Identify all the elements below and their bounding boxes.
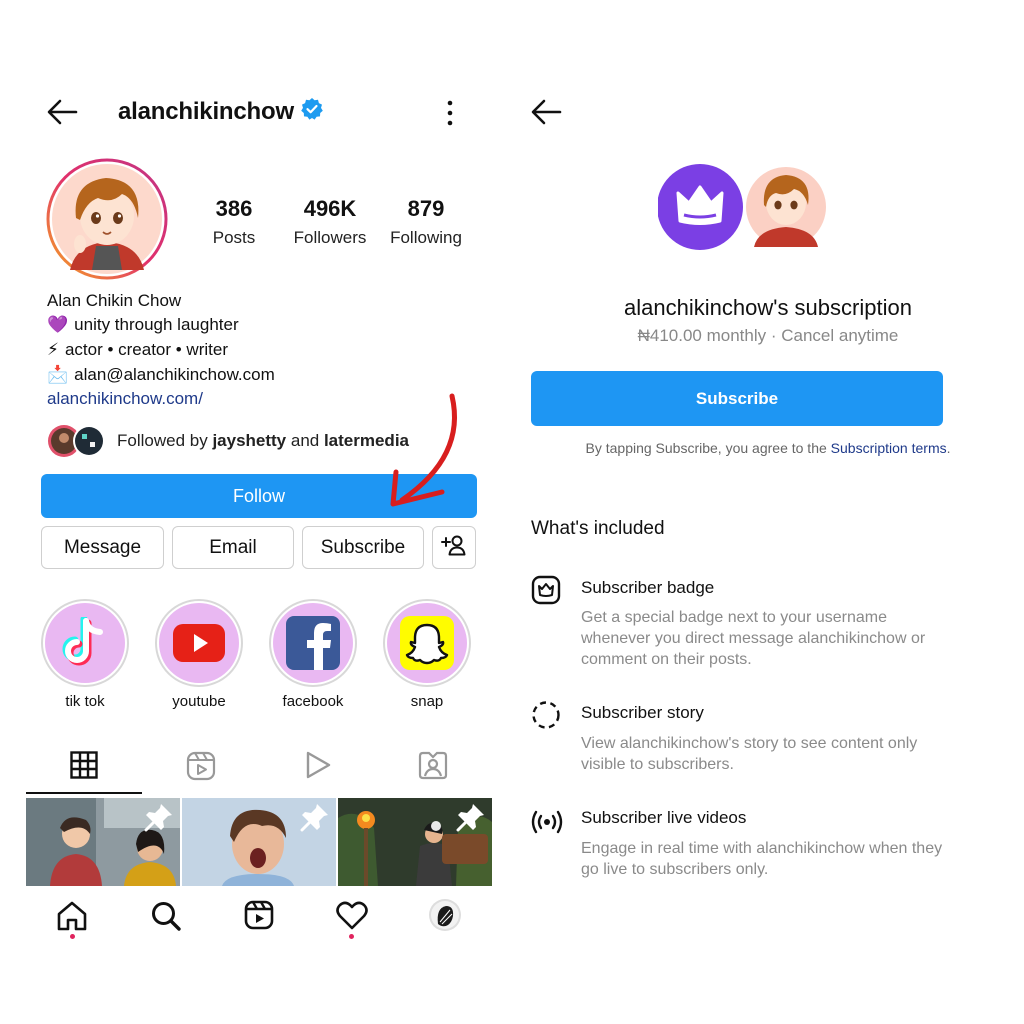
verified-badge-icon: [300, 97, 324, 126]
feature-title: Subscriber live videos: [581, 808, 747, 827]
facebook-icon: [273, 603, 353, 683]
subscription-terms-link[interactable]: Subscription terms: [831, 440, 947, 456]
subscription-terms-text: By tapping Subscribe, you agree to the S…: [512, 440, 1024, 456]
followers-stat[interactable]: 496K Followers: [275, 196, 385, 248]
highlight-tiktok[interactable]: tik tok: [41, 599, 140, 710]
following-label: Following: [390, 228, 462, 247]
bio-line: 💜 unity through laughter: [47, 315, 239, 335]
mutual-followers-avatars[interactable]: [47, 424, 107, 463]
followed-by-user: jayshetty: [212, 431, 287, 450]
add-user-icon: [441, 534, 467, 562]
feature-title: Subscriber badge: [581, 578, 715, 597]
youtube-icon: [159, 603, 239, 683]
back-arrow-icon[interactable]: [530, 98, 562, 126]
purple-heart-icon: 💜: [47, 315, 69, 334]
play-tab-icon[interactable]: [304, 750, 332, 785]
annotation-arrow-icon: [380, 390, 480, 525]
live-broadcast-icon: [531, 808, 563, 841]
following-stat[interactable]: 879 Following: [371, 196, 481, 248]
post-thumbnail[interactable]: [26, 798, 180, 886]
terms-prefix: By tapping Subscribe, you agree to the: [585, 440, 831, 456]
more-vertical-icon[interactable]: [440, 99, 460, 132]
highlight-ring: [383, 599, 471, 687]
reels-nav-icon[interactable]: [244, 900, 274, 935]
add-user-button[interactable]: [432, 526, 476, 569]
highlight-label: snap: [410, 693, 444, 710]
home-icon[interactable]: [56, 900, 88, 937]
search-icon[interactable]: [150, 900, 182, 937]
profile-screen: alanchikinchow 386 Posts 496K Followers …: [0, 0, 512, 1024]
profile-username: alanchikinchow: [118, 97, 294, 125]
subscribe-confirm-button[interactable]: Subscribe: [531, 371, 943, 426]
whats-included-heading: What's included: [531, 518, 665, 539]
followed-by-prefix: Followed by: [117, 431, 213, 450]
terms-suffix: .: [946, 440, 951, 456]
highlight-label: youtube: [172, 693, 226, 710]
lightning-icon: ⚡: [47, 340, 59, 359]
inbox-icon: 📩: [47, 365, 69, 384]
dashed-circle-icon: [531, 700, 561, 735]
crown-badge-icon: [657, 163, 830, 258]
tagged-tab-icon[interactable]: [418, 750, 448, 785]
posts-count: 386: [215, 196, 253, 221]
feature-description: View alanchikinchow's story to see conte…: [581, 735, 918, 773]
bio-line: ⚡ actor • creator • writer: [47, 340, 228, 360]
subscribe-button[interactable]: Subscribe: [302, 526, 424, 569]
posts-label: Posts: [212, 228, 256, 247]
followers-label: Followers: [293, 228, 367, 247]
subscription-price: ₦410.00 monthly · Cancel anytime: [637, 326, 899, 345]
heart-icon[interactable]: [336, 901, 368, 936]
profile-avatar[interactable]: [46, 158, 168, 285]
active-tab-indicator: [26, 792, 142, 794]
activity-notification-dot: [349, 934, 354, 939]
snapchat-icon: [387, 603, 467, 683]
highlight-ring: [269, 599, 357, 687]
bio-text: unity through laughter: [74, 315, 239, 334]
highlight-facebook[interactable]: facebook: [269, 599, 368, 710]
followers-count: 496K: [303, 196, 357, 221]
followed-by-text[interactable]: Followed by jayshetty and latermedia: [117, 431, 409, 451]
subscription-title: alanchikinchow's subscription: [624, 295, 912, 320]
profile-display-name: Alan Chikin Chow: [47, 291, 182, 310]
message-button[interactable]: Message: [41, 526, 164, 569]
bio-text: alan@alanchikinchow.com: [74, 365, 275, 384]
highlight-youtube[interactable]: youtube: [155, 599, 254, 710]
post-thumbnail[interactable]: [182, 798, 336, 886]
feature-description: Engage in real time with alanchikinchow …: [581, 840, 943, 878]
tiktok-icon: [45, 603, 125, 683]
pin-icon: [300, 802, 330, 837]
feature-description: Get a special badge next to your usernam…: [581, 609, 926, 668]
subscription-screen: alanchikinchow's subscription ₦410.00 mo…: [512, 0, 1024, 1024]
grid-tab-icon[interactable]: [70, 751, 98, 784]
profile-website-link[interactable]: alanchikinchow.com/: [47, 389, 203, 409]
profile-header: alanchikinchow: [118, 97, 324, 126]
bio-line: 📩 alan@alanchikinchow.com: [47, 365, 275, 385]
post-thumbnail[interactable]: [338, 798, 492, 886]
highlight-ring: [41, 599, 129, 687]
pin-icon: [456, 802, 486, 837]
back-arrow-icon[interactable]: [46, 98, 78, 126]
posts-stat: 386 Posts: [179, 196, 289, 248]
highlight-label: facebook: [282, 693, 344, 710]
email-button[interactable]: Email: [172, 526, 294, 569]
pin-icon: [144, 802, 174, 837]
followed-by-and: and: [286, 431, 324, 450]
profile-nav-avatar[interactable]: [428, 898, 462, 937]
highlight-ring: [155, 599, 243, 687]
following-count: 879: [407, 196, 445, 221]
home-notification-dot: [70, 934, 75, 939]
feature-title: Subscriber story: [581, 703, 704, 722]
bio-text: actor • creator • writer: [64, 340, 228, 359]
reels-tab-icon[interactable]: [186, 751, 216, 786]
crown-badge-icon: [531, 575, 561, 610]
highlight-label: tik tok: [65, 693, 105, 710]
highlight-snap[interactable]: snap: [383, 599, 482, 710]
